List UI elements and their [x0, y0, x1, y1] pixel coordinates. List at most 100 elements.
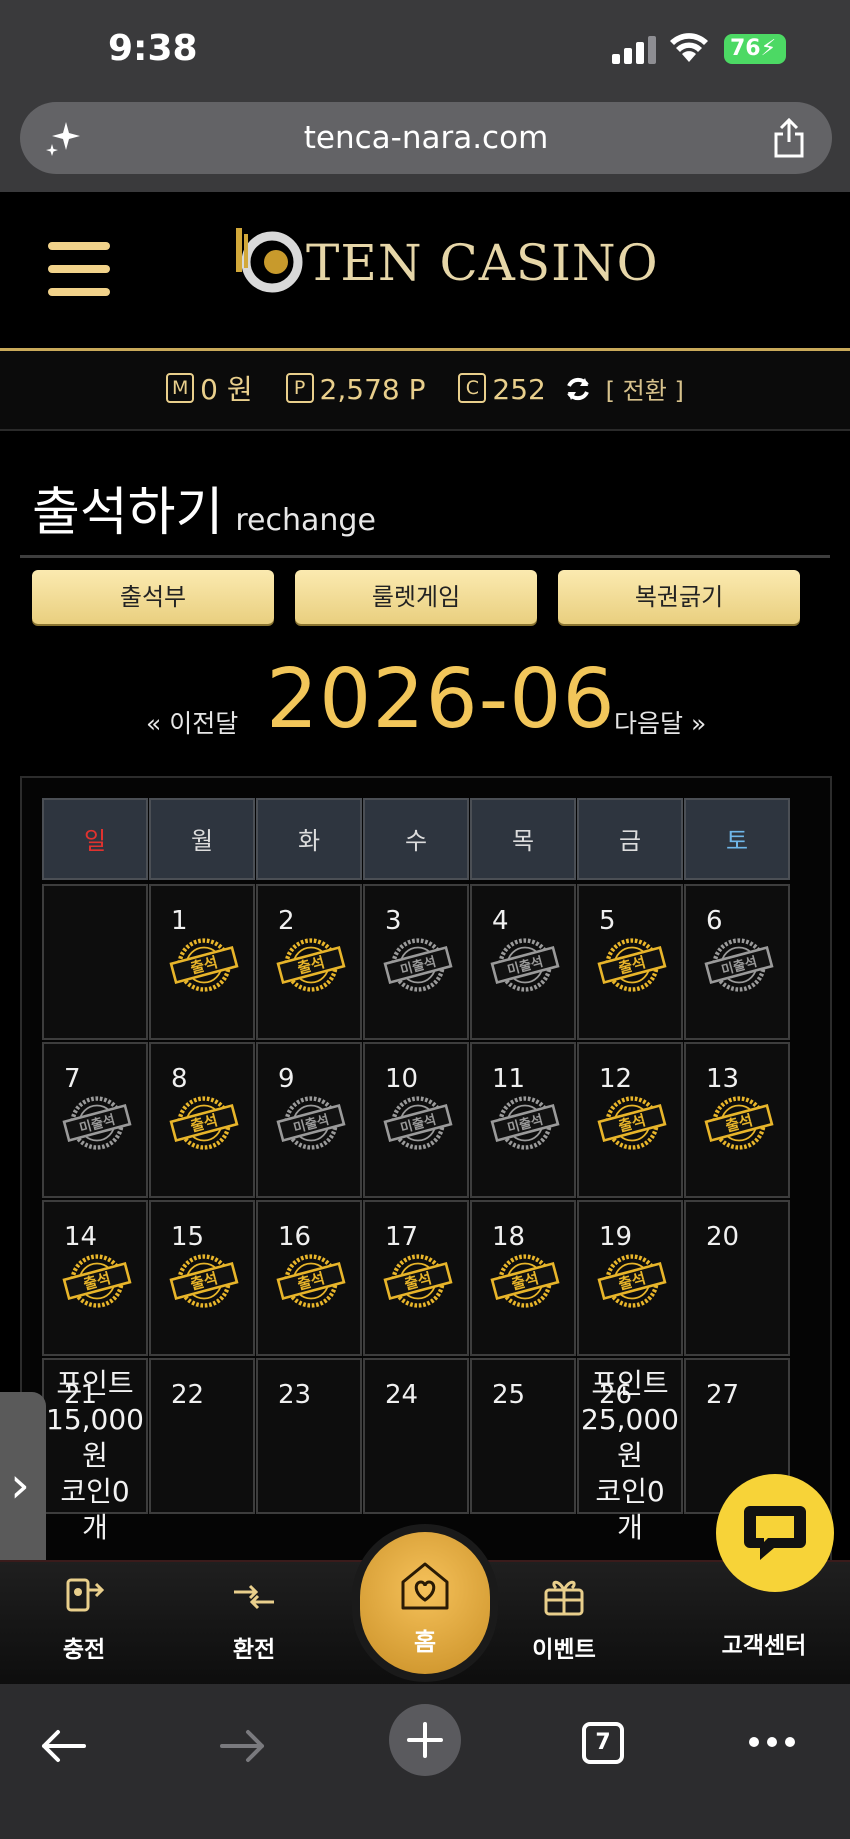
calendar-day[interactable]: 11 미출석: [470, 1042, 576, 1198]
weekday-header: 금: [577, 798, 683, 880]
calendar-day[interactable]: 18 출석: [470, 1200, 576, 1356]
nav-support-label: 고객센터: [721, 1633, 807, 1659]
attended-stamp-icon: 출석: [704, 1096, 774, 1150]
money-badge-icon: M: [166, 373, 195, 403]
nav-event[interactable]: 이벤트: [504, 1562, 624, 1664]
convert-link[interactable]: [ 전환 ]: [606, 377, 684, 405]
reward-note-line: 코인0 개: [60, 1475, 130, 1544]
calendar-day[interactable]: 21 포인트 15,000 원 코인0 개: [42, 1358, 148, 1544]
attended-stamp-icon: 출석: [276, 1254, 346, 1308]
calendar-day[interactable]: 26 포인트 25,000 원 코인0 개: [577, 1358, 683, 1544]
more-icon[interactable]: [748, 1736, 796, 1748]
nav-home[interactable]: 홈: [360, 1532, 490, 1674]
attended-stamp-icon: 출석: [597, 1254, 667, 1308]
calendar-day[interactable]: 12 출석: [577, 1042, 683, 1198]
url-text: tenca-nara.com: [303, 120, 549, 156]
attended-stamp-icon: 출석: [169, 1096, 239, 1150]
attended-stamp-icon: 출석: [62, 1254, 132, 1308]
logo[interactable]: TEN CASINO: [232, 220, 658, 300]
menu-icon[interactable]: [48, 242, 110, 311]
reward-note-line: 원: [617, 1439, 643, 1472]
calendar-day[interactable]: 16 출석: [256, 1200, 362, 1356]
weekday-header: 목: [470, 798, 576, 880]
page-title: 출석하기 rechange: [32, 470, 376, 545]
side-drawer-tab[interactable]: ›: [0, 1392, 46, 1582]
calendar-day[interactable]: 24: [363, 1358, 469, 1514]
calendar-day[interactable]: 15 출석: [149, 1200, 255, 1356]
calendar-day[interactable]: 5 출석: [577, 884, 683, 1040]
calendar-day[interactable]: [42, 884, 148, 1040]
reward-note-line: 포인트: [591, 1367, 669, 1400]
weekday-header: 화: [256, 798, 362, 880]
calendar-day[interactable]: 2 출석: [256, 884, 362, 1040]
browser-toolbar: 7: [0, 1684, 850, 1839]
battery-level: 76: [730, 36, 761, 61]
site-header: TEN CASINO: [0, 192, 850, 351]
calendar-day[interactable]: 1 출석: [149, 884, 255, 1040]
share-icon[interactable]: [772, 118, 806, 158]
calendar-day[interactable]: 10 미출석: [363, 1042, 469, 1198]
reward-note-line: 25,000: [581, 1403, 679, 1436]
attended-stamp-icon: 출석: [276, 938, 346, 992]
attended-stamp-icon: 출석: [597, 938, 667, 992]
calendar-day[interactable]: 22: [149, 1358, 255, 1514]
tab-lottery[interactable]: 복권긁기: [558, 570, 800, 624]
coin-balance: 252: [492, 373, 546, 406]
new-tab-button[interactable]: [389, 1704, 461, 1776]
day-number: 27: [706, 1380, 740, 1410]
tabs-button[interactable]: 7: [582, 1722, 624, 1764]
point-balance: 2,578 P: [319, 373, 426, 406]
absent-stamp-icon: 미출석: [383, 1096, 453, 1150]
nav-home-label: 홈: [413, 1628, 437, 1656]
calendar-day[interactable]: 4 미출석: [470, 884, 576, 1040]
calendar-day[interactable]: 20: [684, 1200, 790, 1356]
page-subtitle: rechange: [235, 503, 376, 538]
nav-deposit-label: 충전: [62, 1637, 106, 1663]
tab-roulette[interactable]: 룰렛게임: [295, 570, 537, 624]
attended-stamp-icon: 출석: [597, 1096, 667, 1150]
deposit-icon: [66, 1578, 105, 1612]
calendar-day[interactable]: 9 미출석: [256, 1042, 362, 1198]
calendar-day[interactable]: 7 미출석: [42, 1042, 148, 1198]
nav-exchange[interactable]: 환전: [194, 1562, 314, 1664]
calendar-day[interactable]: 6 미출석: [684, 884, 790, 1040]
attended-stamp-icon: 출석: [490, 1254, 560, 1308]
logo-text: TEN CASINO: [306, 234, 659, 292]
calendar-day[interactable]: 8 출석: [149, 1042, 255, 1198]
reward-note-line: 코인0: [595, 1475, 665, 1508]
prev-month-link[interactable]: « 이전달: [146, 704, 238, 740]
wifi-icon: [670, 33, 708, 62]
weekday-header: 토: [684, 798, 790, 880]
day-number: 25: [492, 1380, 526, 1410]
reward-note-line: 개: [617, 1511, 643, 1544]
calendar-day[interactable]: 13 출석: [684, 1042, 790, 1198]
calendar-day[interactable]: 3 미출석: [363, 884, 469, 1040]
calendar-day[interactable]: 14 출석: [42, 1200, 148, 1356]
reward-note-line: 15,000: [46, 1403, 144, 1436]
home-heart-icon: [401, 1562, 449, 1610]
next-month-link[interactable]: 다음달 »: [614, 704, 706, 740]
nav-deposit[interactable]: 충전: [24, 1562, 144, 1664]
forward-arrow-icon[interactable]: [218, 1726, 268, 1766]
day-number: 24: [385, 1380, 419, 1410]
chat-button[interactable]: [716, 1474, 834, 1592]
chevron-right-icon: ›: [10, 1456, 30, 1514]
money-balance: 0 원: [200, 373, 253, 406]
gift-icon: [544, 1580, 584, 1616]
nav-event-label: 이벤트: [532, 1637, 596, 1663]
calendar-day[interactable]: 17 출석: [363, 1200, 469, 1356]
weekday-header: 월: [149, 798, 255, 880]
calendar-day[interactable]: 23: [256, 1358, 362, 1514]
current-month: 2026-06: [266, 652, 616, 747]
back-arrow-icon[interactable]: [38, 1726, 88, 1766]
page-title-text: 출석하기: [32, 483, 224, 543]
absent-stamp-icon: 미출석: [276, 1096, 346, 1150]
calendar-day[interactable]: 25: [470, 1358, 576, 1514]
address-bar[interactable]: tenca-nara.com: [20, 102, 832, 174]
calendar-day[interactable]: 19 출석: [577, 1200, 683, 1356]
absent-stamp-icon: 미출석: [490, 1096, 560, 1150]
attended-stamp-icon: 출석: [383, 1254, 453, 1308]
refresh-icon[interactable]: [563, 374, 593, 404]
tab-attendance[interactable]: 출석부: [32, 570, 274, 624]
reward-note: 포인트 25,000 원 코인0 개: [579, 1366, 681, 1546]
